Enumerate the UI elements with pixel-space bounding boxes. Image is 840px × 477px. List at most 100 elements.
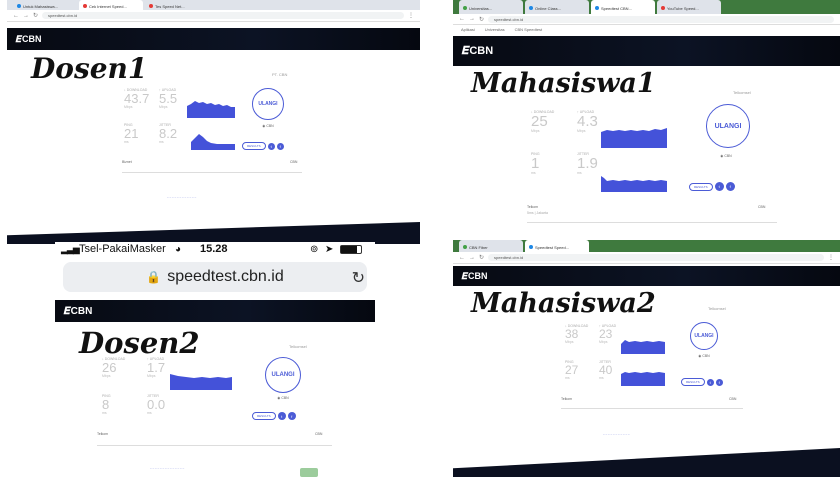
host-name: Telkom (527, 205, 539, 209)
tab-label: YouTube Speed... (667, 5, 699, 11)
lock-icon: 🔒 (146, 270, 162, 284)
divider (122, 172, 302, 173)
upload-unit: Mbps (599, 340, 608, 344)
jitter-value: 40 (599, 363, 613, 377)
url-field[interactable]: speedtest.cbn.id (42, 11, 404, 20)
menu-dots-icon[interactable]: ⋮ (828, 254, 834, 261)
jitter-metric: JITTER 8.2 ms (159, 123, 177, 144)
tab-favicon-icon (661, 6, 665, 10)
server-info: ◉ CBN (277, 396, 289, 400)
bookmark-item[interactable]: Aplikasi (461, 27, 475, 32)
twitter-icon[interactable]: t (706, 378, 714, 386)
cbn-header: 𝐄 CBN (55, 300, 375, 322)
again-button[interactable]: ULANGI (706, 104, 750, 148)
facebook-icon[interactable]: f (287, 412, 296, 420)
reload-icon[interactable]: ↻ (352, 268, 365, 288)
twitter-icon[interactable]: t (277, 412, 286, 420)
footer-link[interactable]: – – – – – – – – – – – – (167, 195, 196, 199)
server-location: CBN (729, 397, 737, 401)
again-button[interactable]: ULANGI (265, 357, 301, 393)
server-name: CBN (702, 354, 710, 358)
download-graph (601, 128, 667, 148)
results-button[interactable]: RESULTS (242, 142, 266, 150)
forward-icon[interactable]: → (469, 16, 475, 22)
logo-text: CBN (22, 34, 42, 44)
divider (561, 408, 743, 409)
share-row: RESULTS t f (242, 142, 284, 150)
download-value: 38 (565, 327, 579, 341)
ping-value: 8 (102, 397, 110, 412)
back-icon[interactable]: ← (13, 13, 19, 19)
results-button[interactable]: RESULTS (252, 412, 276, 420)
again-button[interactable]: ULANGI (252, 88, 284, 120)
logo-text: CBN (468, 271, 488, 281)
cbn-logo: 𝐄 CBN (63, 305, 93, 317)
ping-value: 1 (531, 155, 540, 172)
twitter-icon[interactable]: t (714, 182, 724, 191)
bookmark-item[interactable]: CBN Speedtest (515, 27, 543, 32)
facebook-icon[interactable]: f (725, 182, 735, 191)
forward-icon[interactable]: → (469, 255, 475, 261)
host-status: 5ms | Jakarta (527, 211, 548, 215)
results-button[interactable]: RESULTS (681, 378, 705, 386)
download-value: 25 (531, 113, 548, 130)
server-info: ◉ CBN (720, 154, 732, 158)
download-metric: ↓ DOWNLOAD 26 Mbps (102, 357, 125, 378)
bookmarks-bar: Aplikasi Universitas CBN Speedtest (453, 25, 840, 34)
screenshot-mahasiswa2: CBN Fiber Speedtest Speed... ← → ↻ speed… (453, 240, 840, 477)
browser-tab[interactable]: Untuk Mahasiswa... (13, 0, 77, 10)
tab-favicon-icon (17, 4, 21, 8)
forward-icon[interactable]: → (23, 13, 29, 19)
results-button[interactable]: RESULTS (689, 182, 713, 191)
browser-tab[interactable]: Online Class... (525, 0, 589, 14)
signal-icon: ▂▃▅ (61, 243, 80, 254)
reload-icon[interactable]: ↻ (479, 254, 484, 261)
tab-favicon-icon (463, 6, 467, 10)
upload-metric: ↑ UPLOAD 23 Mbps (599, 324, 616, 344)
url-field[interactable]: 🔒 speedtest.cbn.id (63, 262, 367, 292)
twitter-icon[interactable]: t (267, 142, 275, 150)
url-field[interactable]: speedtest.cbn.id (488, 15, 834, 23)
browser-tab[interactable]: YouTube Speed... (657, 0, 721, 14)
page-footer-band (7, 222, 420, 244)
browser-tab[interactable]: Universitas... (459, 0, 523, 14)
tab-favicon-icon (83, 4, 87, 8)
screenshot-dosen2: ▂▃▅ Tsel-PakaiMasker ◕ 15.28 ⊚ ➤ 🔒 speed… (55, 242, 375, 477)
browser-tab-bar: CBN Fiber Speedtest Speed... (453, 240, 840, 252)
tab-label: Untuk Mahasiswa... (23, 3, 58, 9)
upload-metric: ↑ UPLOAD 1.7 Mbps (147, 357, 165, 378)
reload-icon[interactable]: ↻ (479, 16, 484, 23)
download-graph (621, 340, 665, 354)
browser-tab-bar: Untuk Mahasiswa... Cek Internet Speed...… (7, 0, 420, 10)
tab-label: Universitas... (469, 5, 493, 11)
browser-tab-active[interactable]: Speedtest CBN... (591, 0, 655, 14)
wifi-icon: ◕ (175, 243, 182, 255)
footer-link[interactable]: – – – – – – – – – – – (603, 432, 630, 436)
server-info: ◉ CBN (262, 124, 274, 128)
download-value: 26 (102, 360, 117, 375)
isp-label: Telkomsel (708, 306, 726, 311)
back-icon[interactable]: ← (459, 255, 465, 261)
browser-tab[interactable]: CBN Fiber (459, 240, 523, 252)
facebook-icon[interactable]: f (276, 142, 284, 150)
reload-icon[interactable]: ↻ (33, 12, 38, 19)
floating-button[interactable] (300, 468, 318, 477)
browser-tab-active[interactable]: Cek Internet Speed... (79, 0, 143, 10)
again-button[interactable]: ULANGI (690, 322, 718, 350)
footer-link[interactable]: – – – – – – – – – – – – – – (150, 466, 184, 470)
logo-text: CBN (70, 305, 93, 317)
browser-tab[interactable]: Tes Speed Net... (145, 0, 209, 10)
cbn-logo: 𝐄 CBN (15, 33, 42, 45)
upload-value: 23 (599, 327, 613, 341)
ping-value: 21 (124, 126, 139, 141)
bookmark-item[interactable]: Universitas (485, 27, 505, 32)
jitter-value: 1.9 (577, 155, 598, 172)
menu-dots-icon[interactable]: ⋮ (408, 12, 414, 19)
upload-metric: ↑ UPLOAD 4.3 Mbps (577, 110, 598, 133)
facebook-icon[interactable]: f (715, 378, 723, 386)
phone-status-bar: ▂▃▅ Tsel-PakaiMasker ◕ 15.28 ⊚ ➤ (55, 242, 375, 256)
url-field[interactable]: speedtest.cbn.id (488, 253, 824, 262)
browser-tab-active[interactable]: Speedtest Speed... (525, 240, 589, 252)
back-icon[interactable]: ← (459, 16, 465, 22)
server-location: CBN (290, 160, 298, 164)
